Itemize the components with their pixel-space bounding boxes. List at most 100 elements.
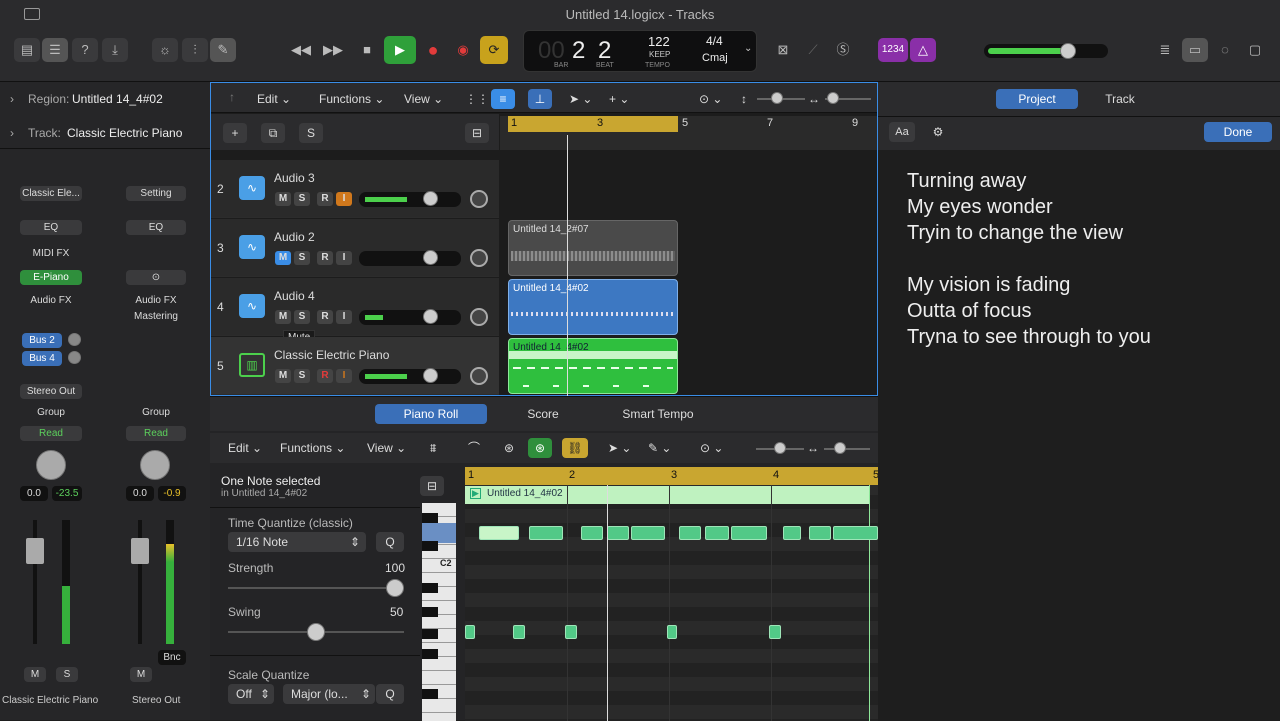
piano-keyboard[interactable]: C2 xyxy=(422,503,456,721)
pan-knob[interactable] xyxy=(470,367,488,385)
volume-value[interactable]: 0.0 xyxy=(20,486,48,501)
region-name[interactable]: Untitled 14_4#02 xyxy=(72,92,163,106)
global-solo-button[interactable]: S xyxy=(299,123,323,143)
input-monitor-button[interactable]: I xyxy=(336,310,352,324)
mastering-slot[interactable]: Mastering xyxy=(126,309,186,324)
folder-icon[interactable]: ⊟ xyxy=(465,123,489,143)
lcd-display[interactable]: 00 2 2 BAR BEAT 122 KEEP TEMPO 4/4 Cmaj … xyxy=(523,30,757,72)
editors-icon[interactable]: ✎ xyxy=(210,38,236,62)
eq-slot[interactable]: EQ xyxy=(20,220,82,235)
midi-note[interactable] xyxy=(631,526,665,540)
time-quantize-select[interactable]: 1/16 Note ⇕ xyxy=(228,532,366,552)
tab-project[interactable]: Project xyxy=(996,89,1078,109)
track-row[interactable]: 4 ∿ Audio 4 M S R I Mute xyxy=(211,278,499,345)
edit-menu[interactable]: Edit ⌄ xyxy=(257,89,291,109)
timeline-ruler[interactable]: 1 3 5 7 9 xyxy=(500,116,877,150)
chevron-down-icon[interactable]: ⌄ xyxy=(744,43,752,54)
list-view-icon[interactable]: ≡ xyxy=(491,89,515,109)
region-view-icon[interactable]: ⊟ xyxy=(420,476,444,496)
track-row[interactable]: 3 ∿ Audio 2 M S R I xyxy=(211,219,499,277)
track-volume-slider[interactable] xyxy=(359,250,461,266)
scale-select[interactable]: Major (lo... ⇕ xyxy=(283,684,375,704)
stop-icon[interactable]: ■ xyxy=(354,38,380,62)
add-tool-icon[interactable]: + ⌄ xyxy=(609,89,629,109)
track-row[interactable]: 2 ∿ Audio 3 M S R I xyxy=(211,160,499,218)
output-slot[interactable]: Stereo Out xyxy=(20,384,82,399)
eq-slot[interactable]: EQ xyxy=(126,220,186,235)
audio-region-selected[interactable]: Untitled 14_4#02 xyxy=(508,279,678,335)
send-bus-4[interactable]: Bus 4 xyxy=(22,351,62,366)
midi-note[interactable] xyxy=(581,526,603,540)
audio-fx-slot[interactable]: Audio FX xyxy=(20,293,82,308)
midi-out-icon[interactable]: ⊛ xyxy=(528,438,552,458)
curve-icon[interactable]: ⌒ xyxy=(468,438,480,458)
pan-knob[interactable] xyxy=(470,308,488,326)
track-name[interactable]: Classic Electric Piano xyxy=(274,348,389,362)
count-in-button[interactable]: 1234 xyxy=(878,38,908,62)
midi-note[interactable] xyxy=(607,526,629,540)
capture-record-icon[interactable]: ◉ xyxy=(450,38,476,62)
add-track-button[interactable]: + xyxy=(223,123,247,143)
smart-controls-icon[interactable]: ☼ xyxy=(152,38,178,62)
strength-slider[interactable] xyxy=(228,579,404,597)
track-name[interactable]: Audio 4 xyxy=(274,289,315,303)
track-row[interactable]: 5 ▥ Classic Electric Piano M S R I xyxy=(211,337,499,395)
playhead[interactable] xyxy=(567,135,568,397)
solo-button[interactable]: S xyxy=(294,251,310,265)
plugin-slot[interactable]: E-Piano xyxy=(20,270,82,285)
record-enable-button[interactable]: R xyxy=(317,310,333,324)
midi-note[interactable] xyxy=(731,526,767,540)
solo-button[interactable]: S xyxy=(294,369,310,383)
vertical-zoom-slider[interactable] xyxy=(756,442,804,454)
play-region-icon[interactable]: ▶ xyxy=(470,488,481,499)
horizontal-zoom-slider[interactable] xyxy=(825,92,871,104)
import-icon[interactable]: ⤓ xyxy=(102,38,128,62)
rewind-icon[interactable]: ◀◀ xyxy=(288,38,314,62)
pan-knob[interactable] xyxy=(470,190,488,208)
mute-button[interactable]: M xyxy=(130,667,152,682)
cycle-icon[interactable]: ⟳ xyxy=(480,36,508,64)
send-knob[interactable] xyxy=(68,351,81,364)
solo-button[interactable]: S xyxy=(56,667,78,682)
track-name[interactable]: Classic Electric Piano xyxy=(67,126,182,140)
cycle-region[interactable] xyxy=(508,116,678,132)
mute-button[interactable]: M xyxy=(275,192,291,206)
instrument-slot[interactable]: Classic Ele... xyxy=(20,186,82,201)
mixer-icon[interactable]: ⫶ xyxy=(182,38,208,62)
input-monitor-button[interactable]: I xyxy=(336,369,352,383)
midi-note[interactable] xyxy=(769,625,781,639)
midi-note[interactable] xyxy=(705,526,729,540)
track-name[interactable]: Audio 3 xyxy=(274,171,315,185)
quantize-button[interactable]: Q xyxy=(376,532,404,552)
midi-note[interactable] xyxy=(679,526,701,540)
send-knob[interactable] xyxy=(68,333,81,346)
record-icon[interactable]: ● xyxy=(420,38,446,62)
grid-view-icon[interactable]: ⋮⋮ xyxy=(465,89,489,109)
playhead[interactable] xyxy=(607,485,608,721)
solo-button[interactable]: S xyxy=(294,310,310,324)
chevron-right-icon[interactable]: › xyxy=(10,126,14,140)
chevron-right-icon[interactable]: › xyxy=(10,92,14,106)
swing-slider[interactable] xyxy=(228,623,404,641)
functions-menu[interactable]: Functions ⌄ xyxy=(319,89,384,109)
mute-button[interactable]: M xyxy=(275,369,291,383)
scale-quantize-button[interactable]: Q xyxy=(376,684,404,704)
audio-region[interactable]: Untitled 14_2#07 xyxy=(508,220,678,276)
track-name[interactable]: Audio 2 xyxy=(274,230,315,244)
record-enable-button[interactable]: R xyxy=(317,192,333,206)
done-button[interactable]: Done xyxy=(1204,122,1272,142)
master-volume-knob[interactable] xyxy=(1060,43,1076,59)
automation-mode[interactable]: Read xyxy=(126,426,186,441)
midi-note[interactable] xyxy=(465,625,475,639)
pointer-tool-icon[interactable]: ➤ ⌄ xyxy=(608,438,631,458)
link-icon[interactable]: ⛓ xyxy=(562,438,588,458)
tab-piano-roll[interactable]: Piano Roll xyxy=(375,404,487,424)
midi-note[interactable] xyxy=(513,625,525,639)
mute-button[interactable]: M xyxy=(275,251,291,265)
notepad-icon[interactable]: ▭ xyxy=(1182,38,1208,62)
setting-slot[interactable]: Setting xyxy=(126,186,186,201)
scale-quantize-off[interactable]: Off ⇕ xyxy=(228,684,274,704)
mute-button[interactable]: M xyxy=(24,667,46,682)
pencil-tool-icon[interactable]: ✎ ⌄ xyxy=(648,438,671,458)
region-bar[interactable]: ▶ Untitled 14_4#02 xyxy=(465,486,869,504)
